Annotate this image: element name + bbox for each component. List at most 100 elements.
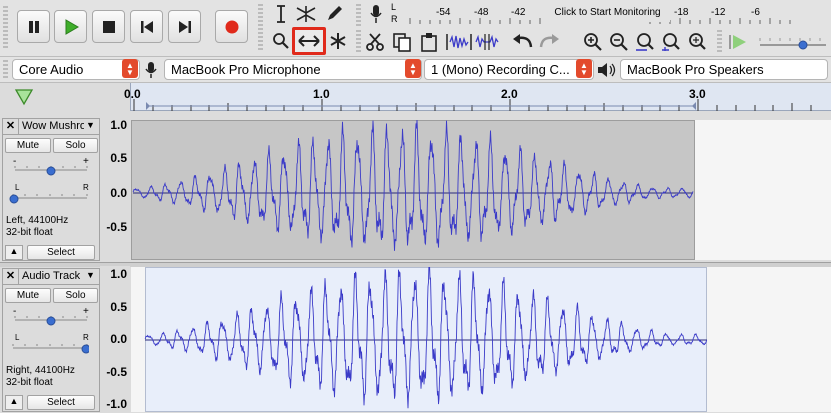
chevron-updown-icon[interactable]: ▲ ▼ [405,59,421,78]
fit-project-button[interactable] [659,31,683,53]
track-format-line: Right, 44100Hz [6,365,75,376]
waveform-path [132,120,694,251]
track-menu-chevron-icon[interactable]: ▼ [86,270,95,280]
meter-tick-label: -6 [751,7,760,18]
playback-device-dropdown[interactable]: MacBook Pro Speakers [620,59,828,80]
envelope-tool[interactable] [295,3,317,25]
redo-button[interactable] [537,31,561,53]
close-icon: ✕ [5,270,16,282]
record-meter-button[interactable] [364,2,388,26]
close-track-button[interactable]: ✕ [3,269,19,284]
zoom-toggle-icon [689,33,706,50]
track-header: ✕ Audio Track ▼ [3,269,99,285]
audio-host-value: Core Audio [19,62,84,77]
meter-channels: L R [391,1,398,25]
toolbar-grip[interactable] [356,30,361,54]
meter-tick-label: -12 [711,7,726,18]
play-button[interactable] [54,10,87,43]
collapse-track-button[interactable]: ▲ [5,245,23,260]
collapse-track-button[interactable]: ▲ [5,395,23,410]
collapse-up-icon: ▲ [9,396,19,406]
silence-icon [475,34,499,50]
stop-icon [102,20,115,33]
chevron-updown-icon[interactable]: ▲ ▼ [122,59,138,78]
zoom-out-button[interactable] [607,31,631,53]
fit-selection-button[interactable] [633,31,657,53]
play-icon [65,18,79,35]
selection-tool[interactable] [270,3,292,25]
playback-speed-slider[interactable] [758,33,828,53]
audacity-window: L R -54 -48 -42 Click to Start Monitorin… [0,0,831,413]
record-button[interactable] [215,10,248,43]
zoom-tool[interactable] [270,30,292,52]
pan-slider[interactable] [9,191,89,205]
skip-to-end-button[interactable] [168,10,201,43]
scale-label: 0.5 [110,300,127,314]
solo-button[interactable]: Solo [53,288,98,303]
zoom-out-icon [610,33,628,51]
mute-button[interactable]: Mute [5,138,51,153]
speed-slider-track [759,38,826,50]
stop-button[interactable] [92,10,125,43]
skip-to-start-button[interactable] [130,10,163,43]
silence-audio-button[interactable] [474,31,500,53]
play-at-speed-button[interactable] [726,31,750,53]
microphone-icon [370,5,382,23]
toolbar-grip[interactable] [258,4,263,52]
ruler-tick-label: 2.0 [501,87,518,101]
track-control-panel[interactable]: ✕ Wow Mushro ▼ Mute Solo - + L R Left, 4… [2,118,100,261]
zoom-in-button[interactable] [581,31,605,53]
undo-icon [513,34,533,48]
monitor-label[interactable]: Click to Start Monitoring [545,7,670,22]
audio-host-dropdown[interactable]: Core Audio [12,59,140,80]
paste-button[interactable] [417,31,441,53]
amplitude-scale: 1.0 0.5 0.0 -0.5 [100,116,130,262]
cut-button[interactable] [363,31,387,53]
scale-label: 0.5 [110,151,127,165]
track-name[interactable]: Audio Track [22,270,84,282]
toolbar-grip[interactable] [717,30,722,54]
toolbar-grip[interactable] [3,6,8,50]
select-track-button[interactable]: Select [27,245,95,260]
undo-button[interactable] [511,31,535,53]
track-control-panel[interactable]: ✕ Audio Track ▼ Mute Solo - + L R Right,… [2,268,100,412]
solo-button[interactable]: Solo [53,138,98,153]
record-meter[interactable]: -54 -48 -42 Click to Start Monitoring -1… [400,2,800,26]
track-name[interactable]: Wow Mushro [22,120,84,132]
recording-device-dropdown[interactable]: MacBook Pro Microphone [164,59,422,80]
draw-tool[interactable] [323,3,345,25]
gain-slider[interactable] [13,313,89,327]
meter-tick-label: -42 [511,7,526,18]
pause-button[interactable] [17,10,50,43]
mute-button[interactable]: Mute [5,288,51,303]
channel-right-label: R [391,14,398,24]
close-track-button[interactable]: ✕ [3,119,19,134]
recording-channels-dropdown[interactable]: 1 (Mono) Recording C... [424,59,594,80]
close-icon: ✕ [5,120,16,132]
toolbar-grip[interactable] [3,60,8,80]
time-shift-tool[interactable] [292,27,326,55]
ibeam-icon [277,5,285,23]
toolbar-grip[interactable] [356,4,361,26]
gain-slider[interactable] [13,163,89,177]
chevron-updown-icon[interactable]: ▲ ▼ [576,59,592,78]
trim-icon [446,34,472,50]
meter-tick-label: -54 [436,7,451,18]
skip-end-icon [178,20,191,33]
pan-slider[interactable] [9,341,89,355]
meter-tick-label: -18 [674,7,689,18]
timeline-ruler[interactable]: 0.0 1.0 2.0 3.0 [0,83,831,111]
multi-tool[interactable] [327,30,349,52]
collapse-up-icon: ▲ [9,246,19,256]
redo-icon [539,34,559,48]
select-track-button[interactable]: Select [27,395,95,410]
copy-button[interactable] [390,31,414,53]
track-menu-chevron-icon[interactable]: ▼ [86,120,95,130]
trim-audio-button[interactable] [446,31,472,53]
pause-icon [28,20,39,33]
waveform-area[interactable] [131,120,831,260]
asterisk-icon [330,33,346,49]
waveform-area[interactable] [131,267,831,412]
zoom-toggle-button[interactable] [685,31,709,53]
scale-label: 0.0 [110,332,127,346]
